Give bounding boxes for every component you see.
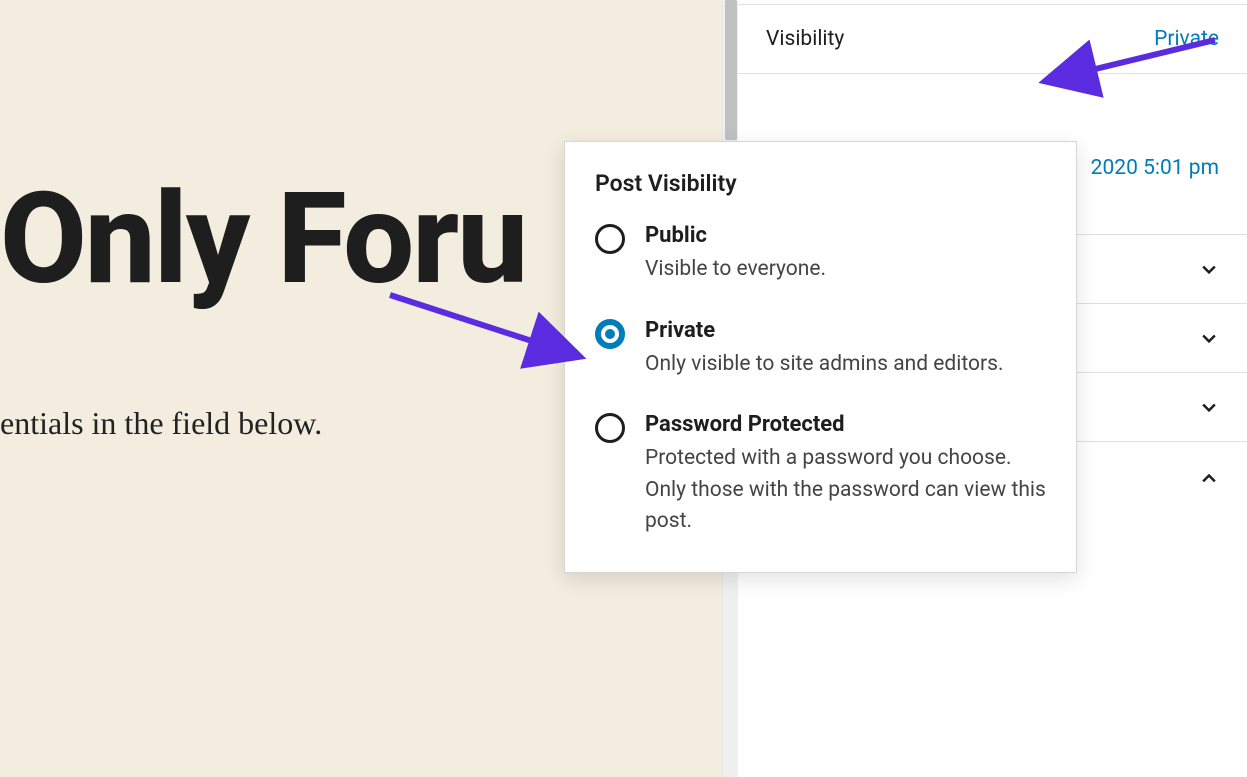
option-description: Protected with a password you choose. On… bbox=[645, 443, 1046, 538]
visibility-option-password[interactable]: Password Protected Protected with a pass… bbox=[595, 412, 1046, 538]
post-title[interactable]: Only Foru bbox=[0, 165, 526, 313]
option-title: Password Protected bbox=[645, 412, 1046, 437]
chevron-down-icon bbox=[1199, 328, 1219, 348]
post-body-text[interactable]: entials in the field below. bbox=[0, 405, 322, 442]
visibility-value-link[interactable]: Private bbox=[1154, 27, 1219, 51]
post-visibility-popover: Post Visibility Public Visible to everyo… bbox=[564, 141, 1077, 573]
publish-datetime-link[interactable]: 2020 5:01 pm bbox=[1091, 156, 1219, 180]
option-description: Visible to everyone. bbox=[645, 254, 826, 286]
radio-icon bbox=[595, 413, 625, 443]
chevron-up-icon bbox=[1199, 468, 1219, 488]
popover-heading: Post Visibility bbox=[595, 170, 1046, 197]
option-description: Only visible to site admins and editors. bbox=[645, 349, 1004, 381]
visibility-row: Visibility Private bbox=[738, 5, 1247, 74]
visibility-label: Visibility bbox=[766, 27, 844, 51]
visibility-option-public[interactable]: Public Visible to everyone. bbox=[595, 223, 1046, 286]
chevron-down-icon bbox=[1199, 397, 1219, 417]
option-title: Private bbox=[645, 318, 1004, 343]
radio-icon bbox=[595, 319, 625, 349]
visibility-option-private[interactable]: Private Only visible to site admins and … bbox=[595, 318, 1046, 381]
chevron-down-icon bbox=[1199, 259, 1219, 279]
vertical-scrollbar-thumb[interactable] bbox=[725, 0, 737, 140]
option-title: Public bbox=[645, 223, 826, 248]
radio-icon bbox=[595, 224, 625, 254]
